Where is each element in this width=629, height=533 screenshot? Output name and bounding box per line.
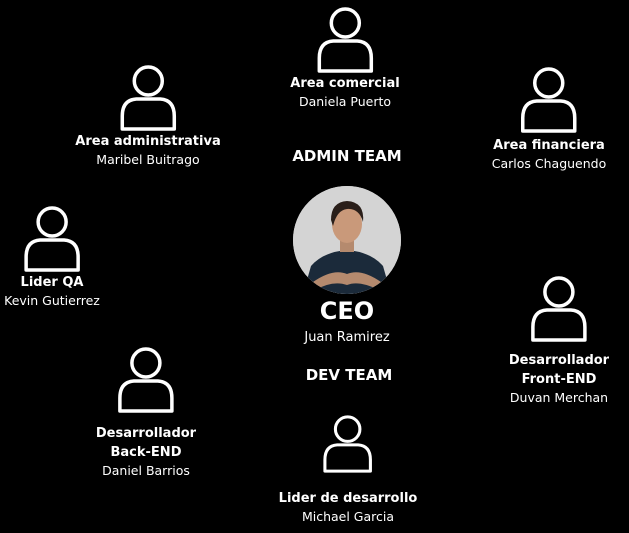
member-role: Lider QA (20, 275, 84, 290)
member-name: Kevin Gutierrez (4, 293, 100, 308)
member-role: Area administrativa (75, 134, 221, 149)
user-icon (118, 347, 174, 413)
user-icon (120, 65, 176, 131)
user-icon (521, 67, 577, 133)
member-role: Lider de desarrollo (278, 491, 418, 506)
member-area-comercial: Area comercial Daniela Puerto (290, 6, 400, 111)
member-lider-qa: Lider QA Kevin Gutierrez (4, 205, 100, 310)
member-area-financiera: Area financiera Carlos Chaguendo (491, 64, 607, 173)
admin-team-label: ADMIN TEAM (292, 147, 402, 165)
member-role: Area financiera (493, 138, 605, 153)
member-front-end: Desarrollador Front-END Duvan Merchan (509, 273, 609, 407)
dev-team-label: DEV TEAM (305, 366, 393, 384)
user-icon (24, 206, 80, 272)
member-back-end: Desarrollador Back-END Daniel Barrios (96, 344, 196, 480)
member-name: Duvan Merchan (509, 390, 609, 405)
member-name: Michael Garcia (301, 509, 395, 524)
member-name: Daniel Barrios (102, 463, 190, 478)
ceo-photo (293, 186, 401, 294)
member-role: Desarrollador Front-END (508, 353, 610, 387)
member-lider-desarrollo: Lider de desarrollo Michael Garcia (278, 411, 418, 526)
ceo-title: CEO (319, 297, 375, 325)
member-name: Maribel Buitrago (96, 152, 200, 167)
member-role: Area comercial (290, 76, 400, 91)
member-area-administrativa: Area administrativa Maribel Buitrago (75, 64, 221, 169)
user-icon (323, 415, 373, 473)
user-icon (317, 7, 373, 73)
member-name: Daniela Puerto (298, 94, 392, 109)
member-role: Desarrollador Back-END (95, 426, 197, 460)
member-name: Carlos Chaguendo (491, 156, 607, 171)
ceo-name: Juan Ramirez (304, 330, 390, 345)
user-icon (531, 276, 587, 342)
